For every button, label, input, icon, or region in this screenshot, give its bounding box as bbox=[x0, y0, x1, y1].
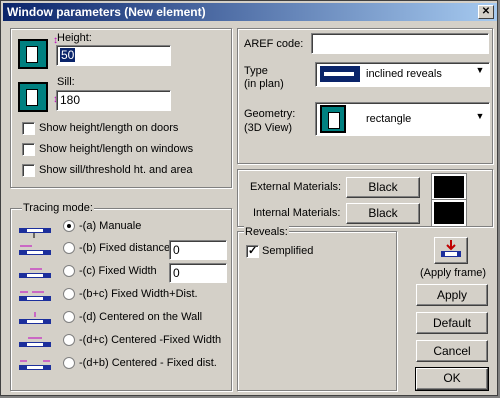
external-materials-button[interactable]: Black bbox=[346, 177, 420, 198]
tracing-option-bc-label: -(b+c) Fixed Width+Dist. bbox=[79, 288, 198, 300]
aref-label: AREF code: bbox=[244, 38, 304, 50]
dialog-window: Window parameters (New element) ✕ ↕ Heig… bbox=[0, 0, 498, 396]
tracing-option-dc-radio[interactable] bbox=[63, 334, 75, 346]
trace-fixed-width-icon bbox=[19, 268, 51, 278]
tracing-option-db-radio[interactable] bbox=[63, 357, 75, 369]
tracing-option-b-radio[interactable] bbox=[63, 242, 75, 254]
tracing-option-bc-radio[interactable] bbox=[63, 288, 75, 300]
apply-frame-button[interactable] bbox=[434, 237, 468, 264]
geometry-dropdown[interactable]: rectangle ▼ bbox=[315, 102, 490, 136]
default-button[interactable]: Default bbox=[416, 312, 488, 334]
trace-fixed-distance-icon bbox=[19, 245, 51, 255]
ok-button[interactable]: OK bbox=[415, 367, 489, 391]
show-windows-label: Show height/length on windows bbox=[39, 143, 194, 155]
internal-materials-label: Internal Materials: bbox=[253, 207, 341, 219]
external-color-swatch[interactable] bbox=[431, 173, 467, 201]
trace-manual-icon bbox=[19, 228, 51, 238]
tracing-option-a-radio[interactable] bbox=[63, 220, 75, 232]
window-height-icon bbox=[18, 39, 48, 69]
geometry-label: Geometry: bbox=[244, 108, 296, 120]
internal-materials-button[interactable]: Black bbox=[346, 203, 420, 224]
height-label: Height: bbox=[57, 32, 92, 44]
type-label: Type bbox=[244, 65, 268, 77]
sill-value: 180 bbox=[60, 93, 81, 107]
external-materials-label: External Materials: bbox=[250, 181, 342, 193]
tracing-option-c-label: -(c) Fixed Width bbox=[79, 265, 157, 277]
fixed-distance-input[interactable]: 0 bbox=[169, 240, 227, 260]
internal-color-swatch[interactable] bbox=[431, 199, 467, 227]
reveals-group bbox=[237, 231, 397, 391]
apply-button[interactable]: Apply bbox=[416, 284, 488, 306]
type-dropdown[interactable]: inclined reveals ▼ bbox=[315, 62, 490, 87]
sill-label: Sill: bbox=[57, 76, 75, 88]
chevron-down-icon: ▼ bbox=[475, 65, 485, 75]
show-sill-area-label: Show sill/threshold ht. and area bbox=[39, 164, 193, 176]
rectangle-geometry-icon bbox=[320, 105, 346, 133]
fixed-width-value: 0 bbox=[173, 266, 180, 280]
show-windows-checkbox[interactable] bbox=[22, 143, 35, 156]
height-input[interactable]: 50 bbox=[56, 45, 171, 66]
reveals-label: Reveals: bbox=[244, 226, 289, 238]
check-icon: ✓ bbox=[248, 245, 258, 257]
trace-centered-dist-icon bbox=[19, 360, 51, 370]
title-bar[interactable]: Window parameters (New element) ✕ bbox=[3, 3, 497, 21]
cancel-button[interactable]: Cancel bbox=[416, 340, 488, 362]
inclined-reveals-icon bbox=[320, 66, 360, 82]
geometry-sublabel: (3D View) bbox=[244, 122, 293, 134]
trace-fixed-width-dist-icon bbox=[19, 291, 51, 301]
trace-centered-icon bbox=[19, 312, 51, 324]
window-title: Window parameters (New element) bbox=[7, 5, 206, 19]
trace-centered-width-icon bbox=[19, 337, 51, 347]
window-sill-icon bbox=[18, 82, 48, 112]
aref-input[interactable] bbox=[311, 33, 489, 54]
chevron-down-icon: ▼ bbox=[475, 111, 485, 121]
semplified-checkbox[interactable]: ✓ bbox=[246, 245, 259, 258]
tracing-option-b-label: -(b) Fixed distance: bbox=[79, 242, 174, 254]
fixed-width-input[interactable]: 0 bbox=[169, 263, 227, 283]
tracing-option-d-radio[interactable] bbox=[63, 311, 75, 323]
tracing-option-db-label: -(d+b) Centered - Fixed dist. bbox=[79, 357, 217, 369]
sill-input[interactable]: 180 bbox=[56, 90, 171, 111]
show-sill-area-checkbox[interactable] bbox=[22, 164, 35, 177]
show-doors-label: Show height/length on doors bbox=[39, 122, 179, 134]
type-selected: inclined reveals bbox=[366, 68, 442, 80]
show-doors-checkbox[interactable] bbox=[22, 122, 35, 135]
tracing-option-a-label: -(a) Manuale bbox=[79, 220, 142, 232]
tracing-option-c-radio[interactable] bbox=[63, 265, 75, 277]
tracing-mode-label: Tracing mode: bbox=[22, 202, 94, 214]
frame-icon bbox=[441, 240, 461, 257]
tracing-option-d-label: -(d) Centered on the Wall bbox=[79, 311, 203, 323]
apply-frame-label: (Apply frame) bbox=[420, 267, 487, 279]
height-value: 50 bbox=[60, 48, 76, 62]
semplified-label: Semplified bbox=[262, 245, 314, 257]
tracing-option-dc-label: -(d+c) Centered -Fixed Width bbox=[79, 334, 222, 346]
fixed-distance-value: 0 bbox=[173, 243, 180, 257]
geometry-selected: rectangle bbox=[366, 113, 412, 125]
type-sublabel: (in plan) bbox=[244, 78, 284, 90]
close-button[interactable]: ✕ bbox=[478, 5, 494, 19]
